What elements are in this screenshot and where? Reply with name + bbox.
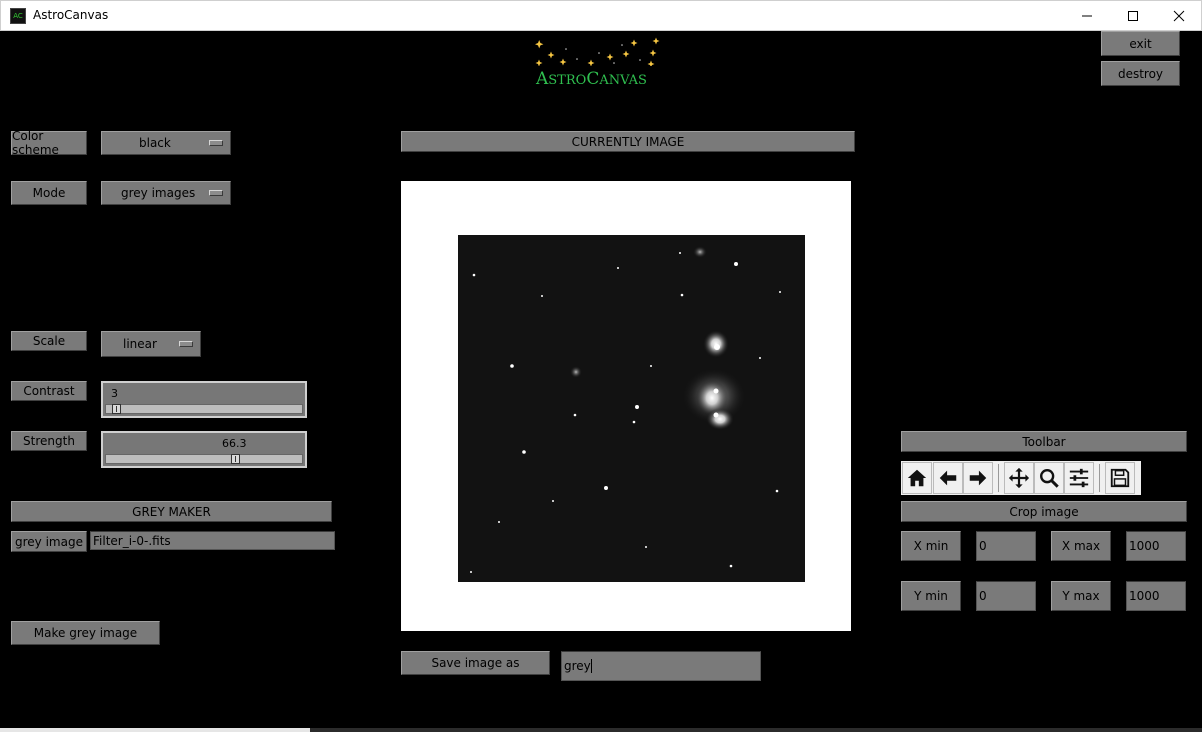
- close-button[interactable]: [1156, 1, 1202, 31]
- contrast-slider[interactable]: 3: [101, 381, 307, 418]
- stars-icon: [535, 37, 660, 66]
- make-grey-image-button[interactable]: Make grey image: [11, 621, 160, 645]
- astronomy-image: [458, 235, 805, 582]
- strength-trough: [105, 454, 303, 464]
- x-max-label: X max: [1051, 531, 1111, 561]
- dropdown-indicator-icon: [209, 190, 223, 196]
- scale-value: linear: [123, 337, 157, 351]
- image-canvas[interactable]: [401, 181, 851, 631]
- pan-icon: [1008, 467, 1030, 489]
- grey-image-label: grey image: [11, 531, 87, 552]
- pan-button[interactable]: [1004, 462, 1034, 494]
- maximize-icon: [1128, 11, 1138, 21]
- mode-dropdown[interactable]: grey images: [101, 181, 231, 205]
- home-icon: [907, 469, 927, 487]
- contrast-label: Contrast: [11, 381, 87, 401]
- window-title: AstroCanvas: [33, 8, 109, 22]
- toolbar-separator: [1099, 464, 1100, 492]
- y-max-label: Y max: [1051, 581, 1111, 611]
- forward-button[interactable]: [963, 462, 993, 494]
- zoom-icon: [1040, 469, 1059, 488]
- color-scheme-dropdown[interactable]: black: [101, 131, 231, 155]
- crop-image-header: Crop image: [901, 501, 1187, 522]
- maximize-button[interactable]: [1110, 1, 1156, 31]
- app-logo: ASTROCANVAS: [530, 36, 675, 89]
- save-figure-button[interactable]: [1105, 462, 1135, 494]
- save-filename-value: grey: [564, 659, 591, 673]
- scale-dropdown[interactable]: linear: [101, 331, 201, 357]
- strength-slider-thumb[interactable]: [231, 454, 240, 464]
- strength-value: 66.3: [222, 437, 247, 450]
- x-max-field[interactable]: 1000: [1126, 531, 1186, 561]
- dropdown-indicator-icon: [179, 341, 193, 347]
- currently-image-header: CURRENTLY IMAGE: [401, 131, 855, 152]
- back-button[interactable]: [933, 462, 963, 494]
- mode-value: grey images: [121, 186, 196, 200]
- scale-label: Scale: [11, 331, 87, 351]
- dropdown-indicator-icon: [209, 140, 223, 146]
- strength-slider[interactable]: 66.3: [101, 431, 307, 468]
- save-image-button[interactable]: Save image as: [401, 651, 550, 675]
- strength-label: Strength: [11, 431, 87, 451]
- window-titlebar: AC AstroCanvas: [0, 0, 1202, 31]
- contrast-slider-thumb[interactable]: [112, 404, 121, 414]
- forward-arrow-icon: [969, 470, 987, 486]
- x-min-label: X min: [901, 531, 961, 561]
- save-icon: [1110, 468, 1130, 488]
- minimize-icon: [1082, 15, 1092, 17]
- home-button[interactable]: [902, 462, 932, 494]
- x-min-field[interactable]: 0: [976, 531, 1036, 561]
- y-min-label: Y min: [901, 581, 961, 611]
- y-min-field[interactable]: 0: [976, 581, 1036, 611]
- horizontal-scrollbar[interactable]: [310, 728, 1202, 732]
- exit-button[interactable]: exit: [1101, 31, 1180, 56]
- text-cursor: [590, 659, 592, 673]
- color-scheme-value: black: [139, 136, 171, 150]
- configure-subplots-icon: [1069, 468, 1089, 488]
- configure-subplots-button[interactable]: [1064, 462, 1094, 494]
- save-filename-field[interactable]: grey: [561, 651, 761, 681]
- grey-image-field[interactable]: Filter_i-0-.fits: [90, 531, 335, 550]
- contrast-value: 3: [111, 387, 118, 400]
- app-icon: AC: [10, 8, 26, 24]
- contrast-trough: [105, 404, 303, 414]
- logo-text: ASTROCANVAS: [536, 69, 647, 89]
- grey-maker-header: GREY MAKER: [11, 501, 332, 522]
- toolbar-separator: [998, 464, 999, 492]
- zoom-button[interactable]: [1034, 462, 1064, 494]
- y-max-field[interactable]: 1000: [1126, 581, 1186, 611]
- back-arrow-icon: [939, 470, 957, 486]
- destroy-button[interactable]: destroy: [1101, 61, 1180, 86]
- mode-label: Mode: [11, 181, 87, 205]
- toolbar-header: Toolbar: [901, 431, 1187, 452]
- minimize-button[interactable]: [1064, 1, 1110, 31]
- close-icon: [1173, 10, 1185, 22]
- color-scheme-label: Color scheme: [11, 129, 87, 157]
